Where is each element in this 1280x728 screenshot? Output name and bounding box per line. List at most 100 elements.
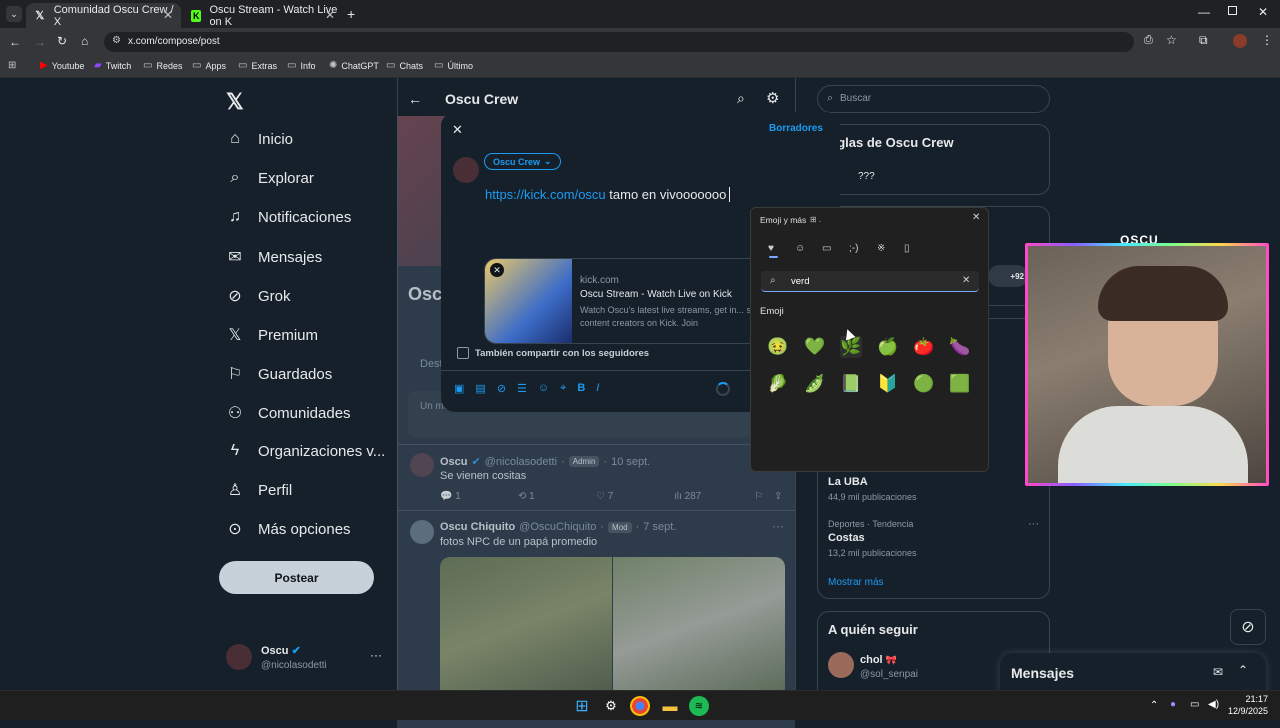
- grok-float-icon[interactable]: ⊘: [1230, 609, 1266, 645]
- herb-emoji[interactable]: 🌿: [840, 336, 862, 358]
- follow-name[interactable]: chol 🎀: [860, 654, 897, 666]
- symbols-tab-icon[interactable]: ※: [877, 243, 885, 254]
- bookmark-ultimo[interactable]: ▭ Último: [434, 60, 473, 71]
- close-icon[interactable]: ✕: [452, 122, 463, 138]
- bookmark-twitch[interactable]: ▰ Twitch: [94, 60, 131, 71]
- drafts-button[interactable]: Borradores: [769, 123, 823, 134]
- messages-drawer[interactable]: Mensajes ✉ ⌃: [1000, 653, 1266, 693]
- emoji-search-input[interactable]: ⌕ verd ✕: [761, 271, 979, 292]
- apps-grid-icon[interactable]: ⊞: [8, 60, 16, 71]
- volume-icon[interactable]: ◀): [1208, 699, 1219, 710]
- gif-tab-icon[interactable]: ▭: [822, 243, 831, 254]
- bookmark-info[interactable]: ▭ Info: [287, 60, 315, 71]
- expand-up-icon[interactable]: ⌃: [1238, 663, 1248, 677]
- tab-x-community[interactable]: 𝕏 Comunidad Oscu Crew / X ✕: [26, 3, 181, 28]
- clipboard-tab-icon[interactable]: ▯: [904, 243, 910, 254]
- compose-textarea[interactable]: https://kick.com/oscu tamo en vivooooooo: [485, 187, 734, 202]
- tab-search-chevron-icon[interactable]: ⌄: [6, 6, 22, 22]
- sidebar-item-grok[interactable]: ⊘ Grok: [226, 286, 290, 306]
- remove-card-icon[interactable]: ✕: [490, 263, 504, 277]
- star-icon[interactable]: ☆: [1166, 33, 1177, 47]
- image-icon[interactable]: ▣: [454, 382, 464, 395]
- pea-pod-emoji[interactable]: 🫛: [804, 373, 826, 395]
- settings-app-icon[interactable]: ⚙: [601, 696, 621, 716]
- sidebar-item-perfil[interactable]: ♙ Perfil: [226, 480, 292, 500]
- sidebar-item-mensajes[interactable]: ✉ Mensajes: [226, 247, 322, 267]
- bookmark-apps[interactable]: ▭ Apps: [192, 60, 226, 71]
- account-avatar[interactable]: [226, 644, 252, 670]
- trend-title[interactable]: Costas: [828, 532, 865, 544]
- search-field[interactable]: ⌕ Buscar: [817, 85, 1050, 113]
- compose-link[interactable]: https://kick.com/oscu: [485, 187, 606, 202]
- italic-icon[interactable]: I: [596, 382, 599, 395]
- beginner-symbol-emoji[interactable]: 🔰: [877, 373, 899, 395]
- green-heart-emoji[interactable]: 💚: [804, 336, 826, 358]
- clear-search-icon[interactable]: ✕: [962, 275, 970, 286]
- leafy-green-emoji[interactable]: 🥬: [767, 373, 789, 395]
- new-tab-icon[interactable]: +: [347, 6, 355, 22]
- nauseated-face-emoji[interactable]: 🤢: [767, 336, 789, 358]
- minimize-icon[interactable]: —: [1198, 5, 1210, 19]
- tray-app-icon[interactable]: ●: [1170, 699, 1176, 710]
- avatar[interactable]: [828, 652, 854, 678]
- poll-icon[interactable]: ☰: [517, 382, 527, 395]
- audience-selector[interactable]: Oscu Crew ⌄: [484, 153, 561, 170]
- new-message-icon[interactable]: ✉: [1213, 665, 1223, 679]
- sidebar-item-notificaciones[interactable]: ♫ Notificaciones: [226, 208, 351, 226]
- rule-item[interactable]: ???: [858, 171, 875, 182]
- members-avatars[interactable]: +92: [988, 265, 1028, 287]
- green-book-emoji[interactable]: 📗: [840, 373, 862, 395]
- extensions-icon[interactable]: ⧉: [1199, 33, 1208, 48]
- gif-icon[interactable]: ▤: [475, 382, 485, 395]
- green-square-emoji[interactable]: 🟩: [949, 373, 971, 395]
- windows-start-icon[interactable]: ⊞: [572, 696, 592, 716]
- site-info-icon[interactable]: ⚙: [112, 35, 121, 46]
- forward-icon[interactable]: →: [34, 35, 46, 49]
- green-circle-emoji[interactable]: 🟢: [913, 373, 935, 395]
- bookmark-redes[interactable]: ▭ Redes: [143, 60, 182, 71]
- search-icon[interactable]: ⌕: [737, 90, 745, 107]
- network-icon[interactable]: ▭: [1190, 699, 1199, 710]
- home-browser-icon[interactable]: ⌂: [81, 34, 88, 48]
- kaomoji-tab-icon[interactable]: ;-): [849, 243, 858, 254]
- back-icon[interactable]: ←: [9, 35, 21, 49]
- account-more-icon[interactable]: ···: [370, 648, 382, 662]
- share-followers-checkbox[interactable]: [457, 347, 469, 359]
- tomato-emoji[interactable]: 🍅: [913, 336, 935, 358]
- install-app-icon[interactable]: ⎙: [1144, 34, 1153, 47]
- recent-emoji-icon[interactable]: ♥: [768, 243, 774, 254]
- sidebar-item-organizaciones[interactable]: ϟ Organizaciones v...: [226, 442, 386, 460]
- tray-chevron-icon[interactable]: ⌃: [1150, 700, 1158, 711]
- link-preview-card[interactable]: ✕ kick.com Oscu Stream - Watch Live on K…: [484, 258, 784, 344]
- window-close-icon[interactable]: ✕: [1258, 5, 1268, 19]
- file-explorer-icon[interactable]: ▬: [660, 696, 680, 716]
- profile-avatar[interactable]: [1233, 34, 1247, 48]
- trend-more-icon[interactable]: ···: [1028, 518, 1039, 530]
- location-icon[interactable]: ⌖: [560, 382, 566, 395]
- bookmark-youtube[interactable]: ▶ Youtube: [40, 60, 84, 71]
- sidebar-item-inicio[interactable]: ⌂ Inicio: [226, 130, 293, 148]
- sidebar-item-explorar[interactable]: ⌕ Explorar: [226, 169, 314, 187]
- trend-title[interactable]: La UBA: [828, 476, 868, 488]
- omnibox[interactable]: ⚙ x.com/compose/post: [104, 32, 1134, 52]
- bookmark-chatgpt[interactable]: ✺ ChatGPT: [329, 60, 379, 71]
- close-icon[interactable]: ✕: [325, 8, 335, 22]
- x-logo-icon[interactable]: 𝕏: [226, 89, 244, 115]
- bold-icon[interactable]: B: [577, 382, 585, 395]
- restore-icon[interactable]: [1228, 6, 1237, 15]
- sidebar-item-guardados[interactable]: ⚐ Guardados: [226, 364, 332, 384]
- bookmark-extras[interactable]: ▭ Extras: [238, 60, 277, 71]
- spotify-icon[interactable]: ≋: [689, 696, 709, 716]
- grok-icon[interactable]: ⊘: [497, 382, 506, 395]
- chrome-icon[interactable]: [630, 696, 650, 716]
- browser-menu-icon[interactable]: ⋮: [1261, 33, 1273, 47]
- clock-date[interactable]: 12/9/2025: [1222, 706, 1268, 716]
- tab-kick-stream[interactable]: K Oscu Stream - Watch Live on K ✕: [183, 3, 343, 28]
- sidebar-item-mas-opciones[interactable]: ⊙ Más opciones: [226, 519, 350, 539]
- eggplant-emoji[interactable]: 🍆: [949, 336, 971, 358]
- post-button[interactable]: Postear: [219, 561, 374, 594]
- close-icon[interactable]: ✕: [972, 212, 980, 223]
- sidebar-item-comunidades[interactable]: ⚇ Comunidades: [226, 403, 351, 423]
- green-apple-emoji[interactable]: 🍏: [877, 336, 899, 358]
- bookmark-chats[interactable]: ▭ Chats: [386, 60, 423, 71]
